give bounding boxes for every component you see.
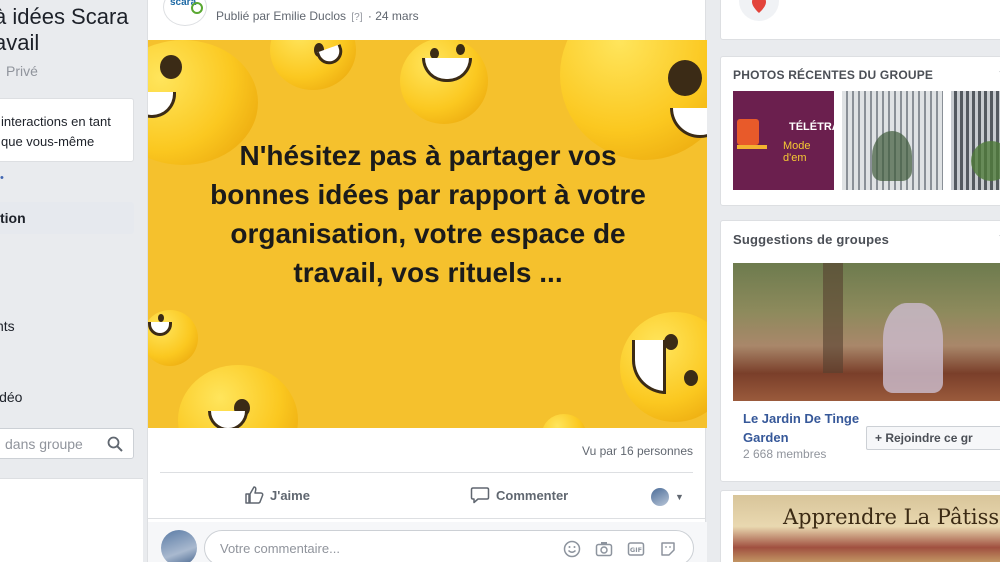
smiley-emoji-icon bbox=[620, 312, 707, 422]
post-actions: J'aime Commenter ▼ bbox=[148, 478, 707, 514]
desk-illustration-icon bbox=[737, 119, 759, 145]
interaction-info-box: interactions en tant que vous-même bbox=[0, 98, 134, 162]
map-pin-icon bbox=[752, 0, 766, 13]
smiley-emoji-icon bbox=[400, 40, 488, 124]
nav-item-events[interactable]: nts bbox=[0, 318, 15, 334]
recent-photos-title[interactable]: PHOTOS RÉCENTES DU GROUPE bbox=[733, 68, 933, 82]
comment-input[interactable]: Votre commentaire... GIF bbox=[204, 530, 694, 562]
divider bbox=[160, 472, 693, 473]
join-group-button[interactable]: + Rejoindre ce gr bbox=[866, 426, 1000, 450]
map-card bbox=[720, 0, 1000, 40]
camera-icon[interactable] bbox=[595, 540, 613, 558]
post-author[interactable]: Publié par Emilie Duclos bbox=[216, 9, 346, 23]
smiley-emoji-icon bbox=[270, 40, 356, 90]
suggested-group-photo[interactable]: Apprendre La Pâtisseri bbox=[733, 495, 1000, 562]
user-avatar-small bbox=[651, 488, 669, 506]
divider bbox=[148, 518, 705, 519]
group-title-line1[interactable]: à idées Scara bbox=[0, 4, 143, 30]
left-bottom-panel bbox=[0, 478, 143, 562]
info-text-line2: que vous-même bbox=[1, 134, 95, 149]
help-mark[interactable]: [?] bbox=[351, 12, 362, 23]
search-icon[interactable] bbox=[107, 436, 123, 452]
post-image-text: N'hésitez pas à partager vos bonnes idée… bbox=[210, 140, 646, 288]
suggested-group-name[interactable]: Le Jardin De Tinge Garden bbox=[743, 409, 873, 447]
smiley-emoji-icon bbox=[542, 414, 586, 428]
recent-photo[interactable]: TÉLÉTRAV Mode d'em bbox=[733, 91, 834, 190]
smiley-emoji-icon bbox=[178, 365, 298, 428]
post-meta: Publié par Emilie Duclos [?] · 24 mars bbox=[216, 9, 419, 23]
nav-dot: • bbox=[0, 172, 4, 184]
comment-bubble-icon bbox=[470, 487, 490, 504]
plant-shape bbox=[971, 141, 1000, 181]
photo-title-text: Apprendre La Pâtisseri bbox=[783, 505, 1000, 529]
like-label: J'aime bbox=[270, 487, 310, 503]
emoji-icon[interactable] bbox=[563, 540, 581, 558]
group-search-placeholder: dans groupe bbox=[5, 436, 83, 452]
scara-logo-avatar[interactable]: scara bbox=[163, 0, 207, 26]
user-avatar[interactable] bbox=[161, 530, 197, 562]
desk-illustration-bar bbox=[737, 145, 767, 149]
gif-icon[interactable]: GIF bbox=[627, 540, 645, 558]
left-sidebar: à idées Scara avail Privé interactions e… bbox=[0, 0, 143, 562]
suggestions-title[interactable]: Suggestions de groupes bbox=[733, 232, 889, 247]
comment-composer: Votre commentaire... GIF bbox=[148, 522, 707, 562]
chevron-down-icon: ▼ bbox=[675, 492, 684, 502]
map-thumbnail[interactable] bbox=[739, 0, 779, 21]
post-as-selector[interactable]: ▼ bbox=[651, 488, 684, 506]
nav-item-video[interactable]: idéo bbox=[0, 389, 22, 405]
suggested-group-photo[interactable] bbox=[733, 263, 1000, 401]
group-suggestions-card: Suggestions de groupes ▼ Le Jardin De Ti… bbox=[720, 220, 1000, 482]
recent-photo[interactable] bbox=[842, 91, 943, 190]
scara-logo-swirl-icon bbox=[191, 2, 203, 14]
plant-shape bbox=[872, 131, 912, 181]
thumbs-up-icon bbox=[245, 486, 264, 504]
comment-label: Commenter bbox=[496, 487, 569, 503]
next-suggestion-card: Apprendre La Pâtisseri bbox=[720, 490, 1000, 562]
suggested-group-members: 2 668 membres bbox=[743, 447, 827, 461]
seen-by-count[interactable]: Vu par 16 personnes bbox=[582, 444, 693, 458]
group-post: scara Publié par Emilie Duclos [?] · 24 … bbox=[147, 0, 707, 562]
recent-photo[interactable] bbox=[951, 91, 1000, 190]
group-privacy: Privé bbox=[6, 63, 38, 79]
group-title[interactable]: à idées Scara avail bbox=[0, 4, 143, 56]
group-title-line2[interactable]: avail bbox=[0, 30, 143, 56]
person-figure bbox=[883, 303, 943, 393]
post-date[interactable]: 24 mars bbox=[375, 9, 418, 23]
svg-text:GIF: GIF bbox=[630, 546, 642, 554]
sticker-icon[interactable] bbox=[659, 540, 677, 558]
photo-caption-line2: Mode d'em bbox=[783, 140, 811, 164]
like-button[interactable]: J'aime bbox=[244, 486, 310, 504]
comment-placeholder: Votre commentaire... bbox=[220, 541, 340, 556]
photo-caption-line1: TÉLÉTRAV bbox=[789, 121, 834, 133]
info-text-line1: interactions en tant bbox=[1, 114, 111, 129]
comment-button[interactable]: Commenter bbox=[470, 486, 568, 504]
nav-item-discussion[interactable]: tion bbox=[0, 202, 134, 234]
post-image[interactable]: N'hésitez pas à partager vos bonnes idée… bbox=[148, 40, 707, 428]
tree-trunk bbox=[823, 263, 843, 373]
post-header: scara Publié par Emilie Duclos [?] · 24 … bbox=[148, 0, 707, 38]
recent-photos-card: PHOTOS RÉCENTES DU GROUPE ▼ TÉLÉTRAV Mod… bbox=[720, 56, 1000, 206]
group-search-field[interactable]: dans groupe bbox=[0, 428, 134, 459]
smiley-emoji-icon bbox=[148, 310, 198, 366]
